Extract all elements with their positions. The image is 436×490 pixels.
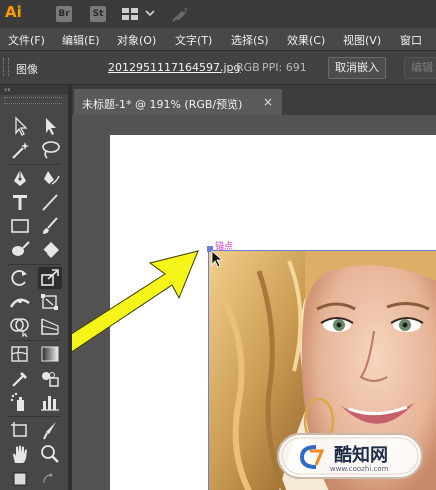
menu-window[interactable]: 窗口: [400, 32, 422, 48]
color-mode-label: RGB: [236, 61, 260, 74]
close-tab-icon[interactable]: ×: [263, 95, 273, 109]
scale-tool-icon[interactable]: [38, 267, 62, 289]
selection-tool-icon[interactable]: [8, 115, 32, 137]
menu-edit[interactable]: 编辑(E): [62, 32, 100, 48]
linked-file-name[interactable]: 2012951117164597.jpg: [108, 61, 241, 74]
document-tab-label: 未标题-1* @ 191% (RGB/预览): [82, 98, 243, 111]
type-tool-icon[interactable]: [8, 191, 32, 213]
document-tab[interactable]: 未标题-1* @ 191% (RGB/预览) ×: [74, 89, 282, 115]
bridge-button[interactable]: Br: [56, 6, 72, 22]
tools-separator: [8, 340, 60, 341]
perspective-grid-tool-icon[interactable]: [38, 315, 62, 337]
illustrator-window: Ai Br St 文件(F) 编辑(E) 对象(O) 文字(T) 选择(S) 效…: [0, 0, 436, 490]
gpu-rocket-icon[interactable]: [170, 5, 192, 23]
illustrator-logo: Ai: [5, 3, 22, 21]
menu-object[interactable]: 对象(O): [117, 32, 156, 48]
anchor-point-label: 锚点: [215, 242, 234, 252]
tools-panel: ‹‹: [0, 85, 68, 490]
lasso-tool-icon[interactable]: [38, 139, 62, 161]
menu-effect[interactable]: 效果(C): [287, 32, 325, 48]
collapse-panel-icon[interactable]: ‹‹: [4, 85, 10, 95]
column-graph-tool-icon[interactable]: [38, 391, 62, 413]
blend-tool-icon[interactable]: [38, 367, 62, 389]
shape-builder-tool-icon[interactable]: [8, 315, 32, 337]
menu-file[interactable]: 文件(F): [8, 32, 45, 48]
curvature-tool-icon[interactable]: [38, 167, 62, 189]
hand-tool-icon[interactable]: [8, 443, 32, 465]
magic-wand-tool-icon[interactable]: [8, 139, 32, 161]
watermark-logo-icon: [299, 445, 325, 469]
width-tool-icon[interactable]: [8, 291, 32, 313]
mesh-tool-icon[interactable]: [8, 343, 32, 365]
workspace-grid-icon[interactable]: [122, 8, 138, 20]
pen-tool-icon[interactable]: [8, 167, 32, 189]
document-area: 未标题-1* @ 191% (RGB/预览) × 锚点 酷知网 www.cooz…: [72, 85, 436, 490]
eyedropper-tool-icon[interactable]: [8, 367, 32, 389]
tools-separator: [8, 416, 60, 417]
chevron-down-icon[interactable]: [145, 8, 155, 18]
direct-selection-tool-icon[interactable]: [38, 115, 62, 137]
canvas[interactable]: 锚点 酷知网 www.coozhi.com: [72, 115, 436, 490]
watermark-url: www.coozhi.com: [330, 465, 389, 473]
blob-brush-tool-icon[interactable]: [8, 239, 32, 261]
rotate-tool-icon[interactable]: [8, 267, 32, 289]
symbol-sprayer-tool-icon[interactable]: [8, 391, 32, 413]
stock-button[interactable]: St: [90, 6, 106, 22]
artboard-tool-icon[interactable]: [8, 419, 32, 441]
control-bar: 图像 2012951117164597.jpg RGB PPI: 691 取消嵌…: [0, 51, 436, 85]
tools-separator: [8, 264, 60, 265]
menu-select[interactable]: 选择(S): [231, 32, 269, 48]
default-colors-icon[interactable]: [38, 469, 62, 490]
control-bar-grip[interactable]: [3, 58, 9, 76]
unembed-button[interactable]: 取消嵌入: [328, 57, 386, 79]
watermark-text: 酷知网: [334, 445, 388, 466]
slice-tool-icon[interactable]: [38, 419, 62, 441]
tools-panel-header[interactable]: ‹‹: [0, 85, 68, 95]
tools-panel-handle[interactable]: [4, 97, 62, 104]
free-transform-tool-icon[interactable]: [38, 291, 62, 313]
object-type-label: 图像: [16, 63, 38, 76]
line-segment-tool-icon[interactable]: [38, 191, 62, 213]
zoom-tool-icon[interactable]: [38, 443, 62, 465]
swap-fill-stroke-icon[interactable]: [8, 469, 32, 490]
eraser-tool-icon[interactable]: [38, 239, 62, 261]
menu-type[interactable]: 文字(T): [175, 32, 212, 48]
menu-bar: 文件(F) 编辑(E) 对象(O) 文字(T) 选择(S) 效果(C) 视图(V…: [0, 28, 436, 51]
edit-original-button[interactable]: 编辑: [404, 57, 436, 79]
rectangle-tool-icon[interactable]: [8, 215, 32, 237]
gradient-tool-icon[interactable]: [38, 343, 62, 365]
ppi-label: PPI: 691: [262, 61, 307, 74]
app-bar: Ai Br St: [0, 0, 436, 28]
document-tab-bar: 未标题-1* @ 191% (RGB/预览) ×: [72, 85, 436, 115]
paintbrush-tool-icon[interactable]: [38, 215, 62, 237]
tools-separator: [8, 164, 60, 165]
menu-view[interactable]: 视图(V): [343, 32, 381, 48]
